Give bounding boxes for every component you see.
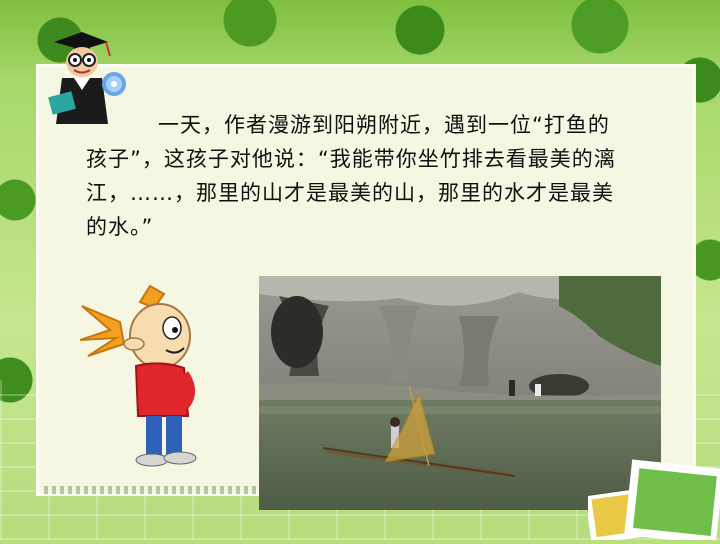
corner-photos-icon [584,459,720,544]
cartoon-kid-clipart [79,284,210,470]
cartoon-kid-icon [79,284,197,467]
paragraph-text: 一天，作者漫游到阳朔附近，遇到一位“打鱼的孩子”，这孩子对他说：“我能带你坐竹排… [86,113,616,239]
stacked-photos-decoration [584,458,720,544]
panel-dotted-border [44,486,284,494]
